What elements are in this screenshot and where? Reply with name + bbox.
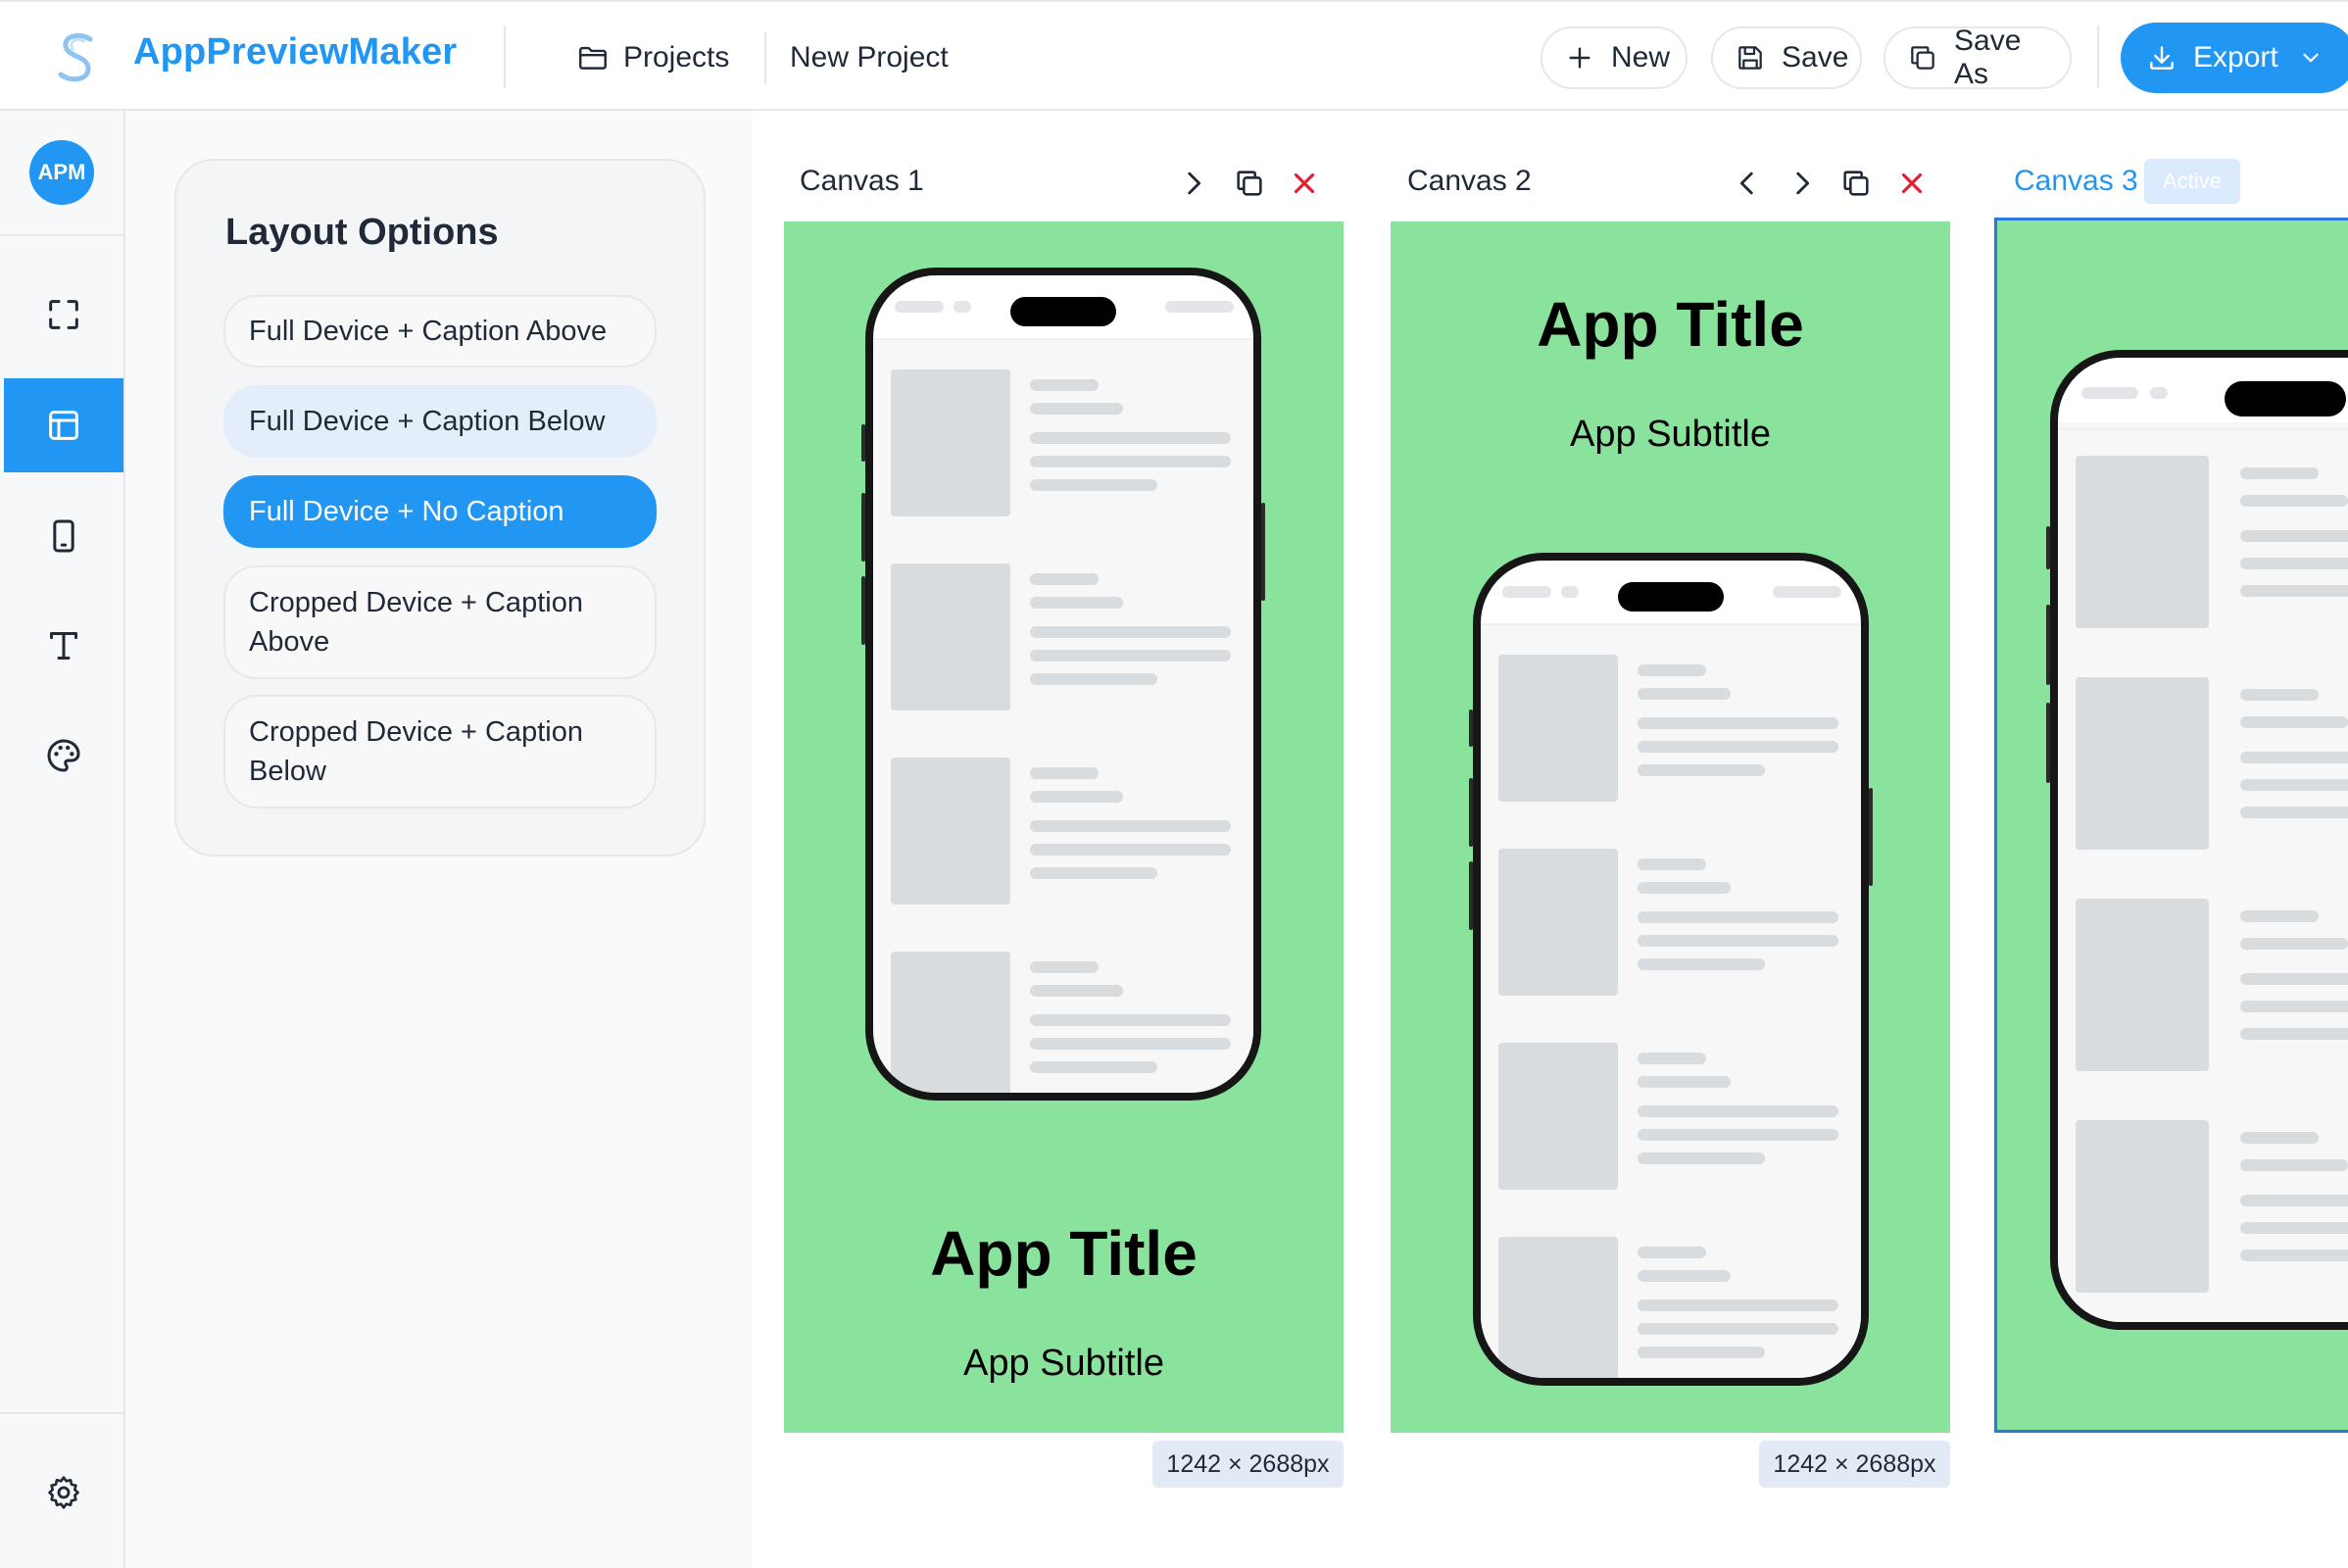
top-header: AppPreviewMaker Projects New Project New… [0, 0, 2348, 111]
close-icon[interactable] [1895, 167, 1929, 200]
canvas-1-label[interactable]: Canvas 1 [800, 165, 924, 198]
canvas-title: App Title [1537, 289, 1804, 360]
save-as-button-label: Save As [1954, 24, 2022, 90]
floppy-icon [1735, 42, 1766, 74]
chevron-down-icon [2298, 45, 2324, 71]
gear-icon [48, 1476, 79, 1509]
chevron-right-icon[interactable] [1177, 167, 1210, 200]
duplicate-icon[interactable] [1839, 167, 1873, 200]
chevron-left-icon[interactable] [1731, 167, 1764, 200]
layout-icon [49, 411, 78, 440]
download-icon [2146, 42, 2177, 74]
palette-icon [47, 739, 80, 772]
nav-projects[interactable]: Projects [576, 31, 729, 84]
app-logo-icon [49, 27, 108, 86]
nav-projects-label: Projects [623, 41, 730, 74]
new-button[interactable]: New [1541, 26, 1688, 89]
sidebar-item-device[interactable] [4, 489, 123, 583]
canvas-2-label[interactable]: Canvas 2 [1407, 165, 1532, 198]
save-button[interactable]: Save [1711, 26, 1862, 89]
header-divider [504, 25, 506, 88]
nav-new-project-label: New Project [790, 41, 949, 74]
close-icon[interactable] [1288, 167, 1321, 200]
device-icon [53, 519, 74, 553]
canvas-subtitle: App Subtitle [963, 1343, 1164, 1384]
canvas-subtitle: App Subtitle [1570, 414, 1771, 455]
fullscreen-icon [49, 300, 78, 329]
active-badge: Active [2144, 159, 2240, 204]
export-button-label: Export [2193, 41, 2278, 74]
layout-option[interactable]: Cropped Device + Caption Below [223, 695, 657, 808]
layout-options-panel: Layout Options Full Device + Caption Abo… [174, 159, 706, 857]
canvas-size-badge: 1242 × 2688px [1759, 1441, 1950, 1488]
folder-icon [576, 41, 610, 74]
sidebar: APM [0, 111, 125, 1568]
nav-new-project[interactable]: New Project [790, 31, 949, 84]
new-button-label: New [1611, 41, 1671, 74]
brand-name[interactable]: AppPreviewMaker [133, 31, 457, 74]
layout-option[interactable]: Full Device + Caption Above [223, 295, 657, 368]
layout-option-selected[interactable]: Full Device + No Caption [223, 475, 657, 548]
text-icon [50, 632, 77, 660]
device-mockup [1469, 553, 1873, 1386]
plus-icon [1564, 42, 1595, 74]
canvas-3[interactable] [1994, 218, 2348, 1433]
header-divider [2097, 25, 2099, 88]
device-mockup [2046, 350, 2348, 1330]
canvas-2[interactable]: App Title App Subtitle [1391, 221, 1950, 1433]
layout-option[interactable]: Full Device + Caption Below [223, 385, 657, 458]
canvas-3-label[interactable]: Canvas 3 [2014, 165, 2138, 198]
sidebar-item-palette[interactable] [4, 709, 123, 803]
sidebar-item-text[interactable] [4, 599, 123, 693]
duplicate-icon[interactable] [1233, 167, 1266, 200]
sidebar-item-layout[interactable] [4, 378, 123, 472]
nav-divider [764, 31, 766, 84]
panel-title: Layout Options [225, 212, 499, 253]
sidebar-divider [0, 1412, 123, 1414]
export-button[interactable]: Export [2121, 23, 2348, 93]
avatar[interactable]: APM [29, 140, 94, 205]
sidebar-item-settings[interactable] [4, 1446, 123, 1540]
sidebar-divider [0, 234, 123, 236]
chevron-right-icon[interactable] [1785, 167, 1819, 200]
device-mockup [861, 268, 1265, 1101]
canvas-size-badge: 1242 × 2688px [1152, 1441, 1344, 1488]
save-as-button[interactable]: Save As [1883, 24, 2072, 90]
save-button-label: Save [1782, 41, 1849, 74]
layout-option[interactable]: Cropped Device + Caption Above [223, 565, 657, 679]
canvas-title: App Title [930, 1218, 1198, 1289]
copy-icon [1907, 42, 1938, 74]
sidebar-item-fullscreen[interactable] [4, 268, 123, 362]
canvas-1[interactable]: App Title App Subtitle [784, 221, 1344, 1433]
